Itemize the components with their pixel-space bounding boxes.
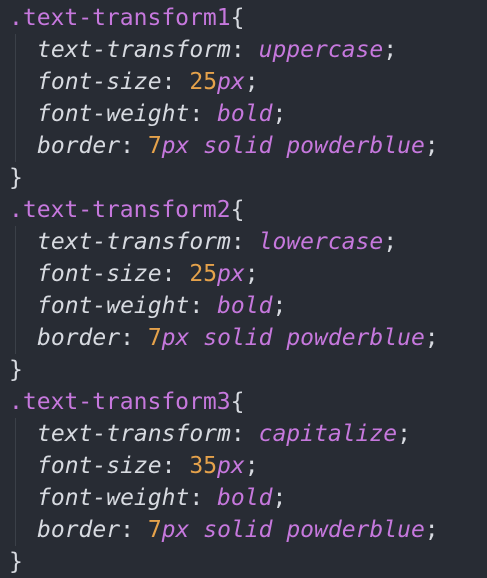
code-line: } <box>9 546 439 578</box>
css-property: font-size <box>37 69 162 95</box>
semicolon: ; <box>383 37 398 63</box>
code-line: text-transform: capitalize; <box>9 418 439 450</box>
code-line: font-size: 25px; <box>9 258 439 290</box>
indent-guide <box>15 226 16 258</box>
css-unit: px <box>161 133 190 159</box>
semicolon: ; <box>244 453 259 479</box>
code-line: .text-transform3{ <box>9 386 439 418</box>
semicolon: ; <box>424 517 439 543</box>
colon: : <box>189 101 204 127</box>
css-property: border <box>37 133 121 159</box>
semicolon: ; <box>272 293 287 319</box>
code-line: font-weight: bold; <box>9 98 439 130</box>
code-line: text-transform: lowercase; <box>9 226 439 258</box>
css-value: bold <box>217 293 273 319</box>
css-value: bold <box>217 101 273 127</box>
colon: : <box>161 69 176 95</box>
code-line: } <box>9 354 439 386</box>
indent-guide <box>15 418 16 450</box>
code-line: font-size: 25px; <box>9 66 439 98</box>
semicolon: ; <box>244 69 259 95</box>
css-property: text-transform <box>37 421 231 447</box>
semicolon: ; <box>424 325 439 351</box>
css-selector: .text-transform3 <box>9 389 231 415</box>
css-unit: px <box>161 325 190 351</box>
css-unit: px <box>217 453 245 479</box>
css-unit: px <box>161 517 190 543</box>
indent-guide <box>15 258 16 290</box>
colon: : <box>230 421 245 447</box>
code-lines: .text-transform1{ text-transform: upperc… <box>9 2 439 578</box>
css-value: solid powderblue <box>203 133 425 159</box>
css-unit: px <box>217 69 245 95</box>
colon: : <box>189 485 204 511</box>
code-line: font-weight: bold; <box>9 290 439 322</box>
semicolon: ; <box>424 133 439 159</box>
css-property: font-weight <box>37 485 190 511</box>
code-editor[interactable]: .text-transform1{ text-transform: upperc… <box>0 0 487 575</box>
indent-guide <box>15 322 16 354</box>
indent-guide <box>15 514 16 546</box>
indent-guide <box>15 98 16 130</box>
open-brace: { <box>230 197 245 223</box>
indent-guide <box>15 482 16 514</box>
css-property: font-size <box>37 261 162 287</box>
css-value: solid powderblue <box>203 517 425 543</box>
close-brace: } <box>9 357 23 383</box>
css-value: solid powderblue <box>203 325 425 351</box>
code-line: font-size: 35px; <box>9 450 439 482</box>
indent-guide <box>15 34 16 66</box>
css-selector: .text-transform1 <box>9 5 231 31</box>
css-number: 25 <box>189 261 218 287</box>
colon: : <box>120 325 134 351</box>
code-line: .text-transform2{ <box>9 194 439 226</box>
css-value: lowercase <box>258 229 384 255</box>
colon: : <box>189 293 204 319</box>
css-property: text-transform <box>37 37 231 63</box>
indent-guide <box>15 290 16 322</box>
colon: : <box>230 37 245 63</box>
semicolon: ; <box>272 485 287 511</box>
css-number: 7 <box>147 325 162 351</box>
css-number: 25 <box>189 69 218 95</box>
code-line: border: 7px solid powderblue; <box>9 130 439 162</box>
open-brace: { <box>230 389 245 415</box>
semicolon: ; <box>383 229 398 255</box>
css-unit: px <box>217 261 245 287</box>
code-line: border: 7px solid powderblue; <box>9 322 439 354</box>
colon: : <box>120 133 134 159</box>
open-brace: { <box>230 5 245 31</box>
css-property: text-transform <box>37 229 231 255</box>
semicolon: ; <box>244 261 259 287</box>
css-value: bold <box>217 485 273 511</box>
code-line: font-weight: bold; <box>9 482 439 514</box>
indent-guide <box>15 130 16 162</box>
close-brace: } <box>9 549 23 575</box>
css-property: border <box>37 517 121 543</box>
code-line: text-transform: uppercase; <box>9 34 439 66</box>
css-value: capitalize <box>258 421 398 447</box>
css-selector: .text-transform2 <box>9 197 231 223</box>
css-property: border <box>37 325 121 351</box>
semicolon: ; <box>397 421 411 447</box>
semicolon: ; <box>272 101 287 127</box>
colon: : <box>230 229 245 255</box>
css-number: 7 <box>147 133 162 159</box>
css-property: font-size <box>37 453 162 479</box>
indent-guide <box>15 66 16 98</box>
css-number: 7 <box>147 517 162 543</box>
css-number: 35 <box>189 453 218 479</box>
colon: : <box>161 453 176 479</box>
indent-guide <box>15 450 16 482</box>
code-line: border: 7px solid powderblue; <box>9 514 439 546</box>
css-value: uppercase <box>258 37 384 63</box>
colon: : <box>161 261 176 287</box>
code-line: } <box>9 162 439 194</box>
colon: : <box>120 517 134 543</box>
css-property: font-weight <box>37 101 190 127</box>
css-property: font-weight <box>37 293 190 319</box>
code-line: .text-transform1{ <box>9 2 439 34</box>
close-brace: } <box>9 165 23 191</box>
